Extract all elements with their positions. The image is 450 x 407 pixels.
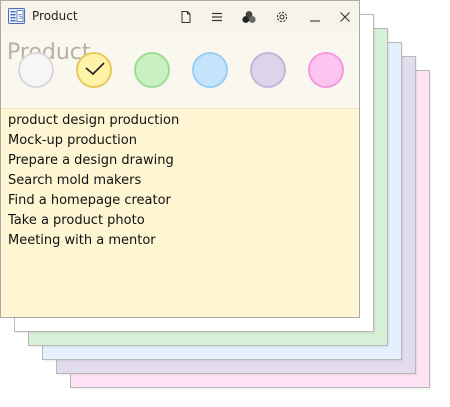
color-picker: Product [1,32,359,108]
color-swatch-yellow[interactable] [76,52,112,88]
color-swatch-green[interactable] [134,52,170,88]
color-swatch-white[interactable] [18,52,54,88]
note-line[interactable]: Prepare a design drawing [8,151,359,171]
app-note-icon: S [8,8,25,24]
note-line[interactable]: Meeting with a mentor [8,231,359,251]
note-window: S Product Product product design product… [0,0,360,318]
note-line[interactable]: Search mold makers [8,171,359,191]
note-line[interactable]: product design production [8,111,359,131]
checkmark-icon [85,62,105,76]
color-icon[interactable] [238,6,260,28]
desktop-stage: S Product Product product design product… [0,0,450,407]
window-title: Product [32,9,78,23]
note-text-area[interactable]: product design production Mock-up produc… [1,108,359,317]
note-line[interactable]: Take a product photo [8,211,359,231]
list-icon[interactable] [206,6,228,28]
note-lines: product design production Mock-up produc… [1,109,359,251]
title-bar[interactable]: S Product [1,1,359,33]
close-icon[interactable] [334,6,356,28]
color-swatch-purple[interactable] [250,52,286,88]
note-line[interactable]: Mock-up production [8,131,359,151]
color-swatch-pink[interactable] [308,52,344,88]
svg-text:S: S [18,13,23,21]
minimize-icon[interactable] [304,6,326,28]
note-line[interactable]: Find a homepage creator [8,191,359,211]
new-note-icon[interactable] [175,6,197,28]
color-swatch-blue[interactable] [192,52,228,88]
settings-icon[interactable] [271,6,293,28]
